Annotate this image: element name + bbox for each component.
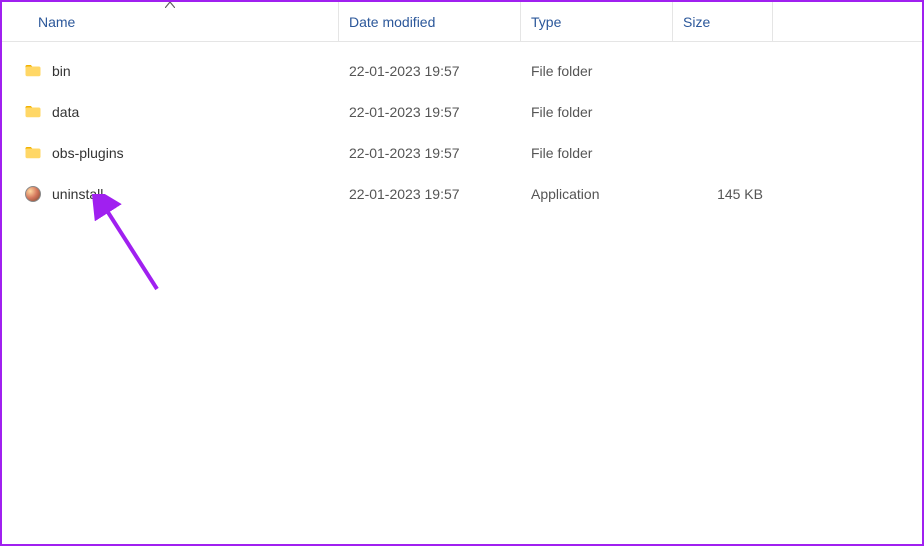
file-type: File folder (521, 63, 673, 79)
list-item[interactable]: uninstall 22-01-2023 19:57 Application 1… (2, 173, 922, 214)
column-name-label: Name (38, 14, 75, 30)
folder-icon (24, 62, 42, 80)
column-date-label: Date modified (349, 14, 435, 30)
file-type: File folder (521, 104, 673, 120)
file-name: data (52, 104, 79, 120)
application-icon (24, 185, 42, 203)
column-type-label: Type (531, 14, 561, 30)
list-item[interactable]: bin 22-01-2023 19:57 File folder (2, 50, 922, 91)
file-date: 22-01-2023 19:57 (339, 145, 521, 161)
list-item[interactable]: obs-plugins 22-01-2023 19:57 File folder (2, 132, 922, 173)
file-size: 145 KB (673, 186, 773, 202)
file-name: bin (52, 63, 71, 79)
folder-icon (24, 103, 42, 121)
sort-ascending-icon (165, 0, 175, 11)
file-type: File folder (521, 145, 673, 161)
column-header-type[interactable]: Type (521, 2, 673, 41)
file-list: bin 22-01-2023 19:57 File folder data 22… (2, 42, 922, 214)
column-headers: Name Date modified Type Size (2, 2, 922, 42)
file-explorer-window: Name Date modified Type Size bin 22-01-2… (0, 0, 924, 546)
file-date: 22-01-2023 19:57 (339, 104, 521, 120)
folder-icon (24, 144, 42, 162)
column-size-label: Size (683, 14, 710, 30)
column-header-date[interactable]: Date modified (339, 2, 521, 41)
file-name: uninstall (52, 186, 103, 202)
column-header-name[interactable]: Name (2, 2, 339, 41)
column-header-size[interactable]: Size (673, 2, 773, 41)
file-name: obs-plugins (52, 145, 124, 161)
file-type: Application (521, 186, 673, 202)
file-date: 22-01-2023 19:57 (339, 186, 521, 202)
list-item[interactable]: data 22-01-2023 19:57 File folder (2, 91, 922, 132)
file-date: 22-01-2023 19:57 (339, 63, 521, 79)
